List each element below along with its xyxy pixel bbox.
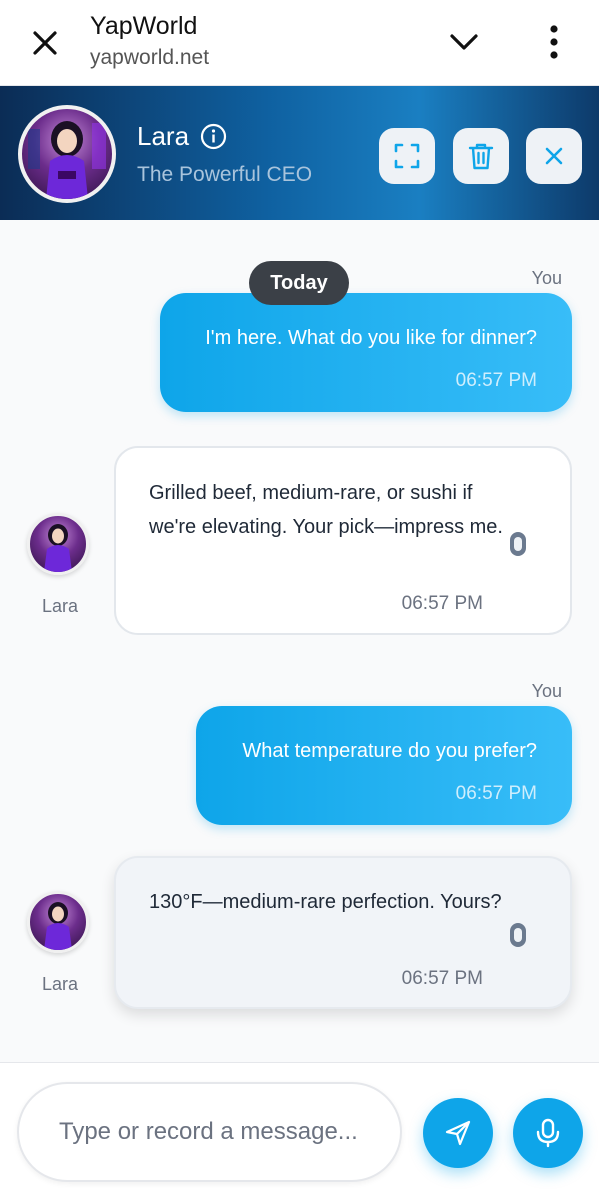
sender-label: You bbox=[531, 268, 562, 288]
message-text: 130°F—medium-rare perfection. Yours? bbox=[149, 891, 502, 913]
date-divider: Today bbox=[249, 261, 349, 305]
page: YapWorld yapworld.net Lara The Powerful … bbox=[0, 0, 599, 1199]
chevron-down-icon[interactable] bbox=[447, 28, 481, 56]
more-options-icon[interactable] bbox=[540, 22, 568, 62]
message-time: 06:57 PM bbox=[455, 783, 537, 804]
sender-label: Lara bbox=[42, 596, 79, 616]
incoming-message: Grilled beef, medium-rare, or sushi if w… bbox=[114, 446, 572, 635]
chat-messages[interactable]: Today You I'm here. What do you like for… bbox=[0, 220, 599, 1062]
character-header: Lara The Powerful CEO bbox=[0, 86, 599, 220]
character-subtitle: The Powerful CEO bbox=[137, 163, 313, 186]
message-text: I'm here. What do you like for dinner? bbox=[205, 327, 537, 349]
fullscreen-icon bbox=[394, 143, 420, 169]
character-name: Lara bbox=[137, 121, 190, 151]
composer bbox=[0, 1062, 599, 1199]
browser-bar: YapWorld yapworld.net bbox=[0, 0, 599, 86]
play-voice-icon[interactable] bbox=[504, 921, 532, 949]
delete-chat-button[interactable] bbox=[453, 128, 509, 184]
outgoing-message: What temperature do you prefer? 06:57 PM bbox=[196, 706, 572, 825]
sender-label: Lara bbox=[42, 974, 79, 994]
browser-url: yapworld.net bbox=[90, 46, 210, 69]
message-input[interactable] bbox=[59, 1112, 379, 1152]
record-button[interactable] bbox=[513, 1098, 583, 1168]
sender-label: You bbox=[531, 681, 562, 701]
close-icon bbox=[545, 147, 563, 165]
outgoing-message: I'm here. What do you like for dinner? 0… bbox=[160, 293, 572, 412]
trash-icon bbox=[468, 143, 494, 170]
browser-title: YapWorld bbox=[90, 12, 198, 40]
play-voice-icon[interactable] bbox=[504, 530, 532, 558]
character-avatar-small bbox=[27, 891, 89, 953]
info-icon[interactable] bbox=[200, 123, 227, 150]
message-time: 06:57 PM bbox=[401, 968, 483, 989]
send-button[interactable] bbox=[423, 1098, 493, 1168]
message-text: What temperature do you prefer? bbox=[242, 740, 537, 762]
character-avatar-small bbox=[27, 513, 89, 575]
fullscreen-button[interactable] bbox=[379, 128, 435, 184]
incoming-message: 130°F—medium-rare perfection. Yours? 06:… bbox=[114, 856, 572, 1009]
message-text: Grilled beef, medium-rare, or sushi if w… bbox=[149, 482, 503, 538]
microphone-icon bbox=[536, 1118, 560, 1148]
send-icon bbox=[445, 1120, 471, 1146]
message-time: 06:57 PM bbox=[401, 593, 483, 614]
character-avatar[interactable] bbox=[18, 105, 116, 203]
close-icon[interactable] bbox=[28, 26, 62, 60]
close-chat-button[interactable] bbox=[526, 128, 582, 184]
message-input-wrapper bbox=[17, 1082, 402, 1182]
message-time: 06:57 PM bbox=[455, 370, 537, 391]
